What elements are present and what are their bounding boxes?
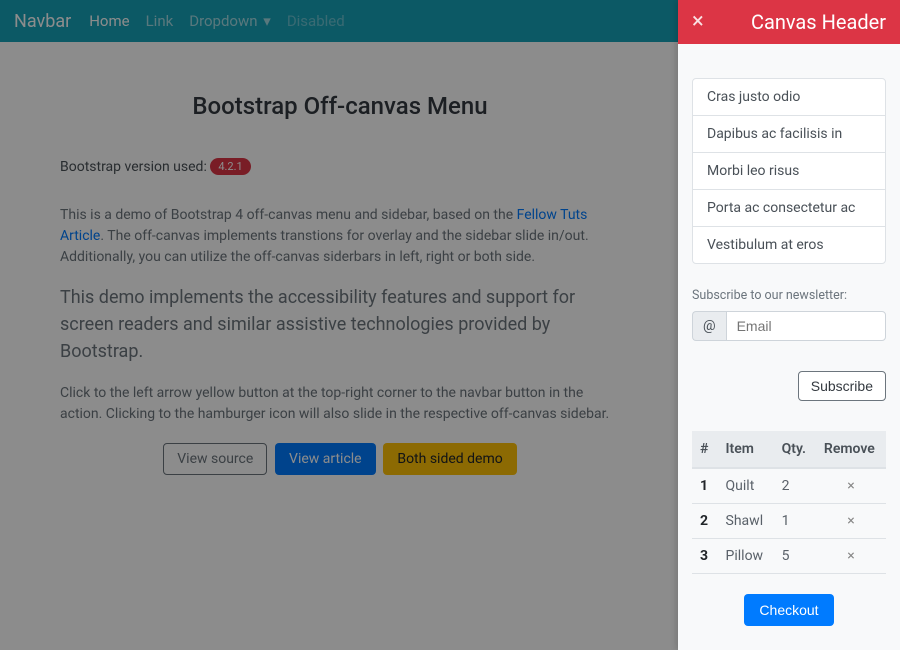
col-qty: Qty. [774, 431, 816, 468]
cell-idx: 3 [692, 539, 718, 574]
cell-qty: 1 [774, 504, 816, 539]
close-icon[interactable]: × [692, 11, 704, 33]
list-item[interactable]: Morbi leo risus [693, 153, 885, 190]
col-remove: Remove [816, 431, 886, 468]
email-input-group: @ [692, 311, 886, 341]
cell-idx: 2 [692, 504, 718, 539]
list-item[interactable]: Dapibus ac facilisis in [693, 116, 885, 153]
cell-qty: 5 [774, 539, 816, 574]
checkout-button[interactable]: Checkout [744, 594, 833, 626]
offcanvas-header: × Canvas Header [678, 0, 900, 44]
table-row: 2 Shawl 1 × [692, 504, 886, 539]
list-group: Cras justo odio Dapibus ac facilisis in … [692, 78, 886, 264]
remove-icon[interactable]: × [816, 539, 886, 574]
cell-qty: 2 [774, 468, 816, 504]
list-item[interactable]: Cras justo odio [693, 79, 885, 116]
remove-icon[interactable]: × [816, 504, 886, 539]
remove-icon[interactable]: × [816, 468, 886, 504]
offcanvas-body: Cras justo odio Dapibus ac facilisis in … [678, 44, 900, 640]
at-icon: @ [692, 311, 726, 341]
col-idx: # [692, 431, 718, 468]
offcanvas-panel: × Canvas Header Cras justo odio Dapibus … [678, 0, 900, 650]
subscribe-button[interactable]: Subscribe [798, 371, 886, 401]
table-row: 1 Quilt 2 × [692, 468, 886, 504]
cell-idx: 1 [692, 468, 718, 504]
subscribe-label: Subscribe to our newsletter: [692, 288, 886, 303]
table-row: 3 Pillow 5 × [692, 539, 886, 574]
col-item: Item [718, 431, 774, 468]
cart-table: # Item Qty. Remove 1 Quilt 2 × 2 [692, 431, 886, 574]
cell-item: Shawl [718, 504, 774, 539]
cell-item: Pillow [718, 539, 774, 574]
list-item[interactable]: Vestibulum at eros [693, 227, 885, 263]
offcanvas-title: Canvas Header [751, 10, 886, 34]
email-field[interactable] [726, 311, 886, 341]
cell-item: Quilt [718, 468, 774, 504]
list-item[interactable]: Porta ac consectetur ac [693, 190, 885, 227]
